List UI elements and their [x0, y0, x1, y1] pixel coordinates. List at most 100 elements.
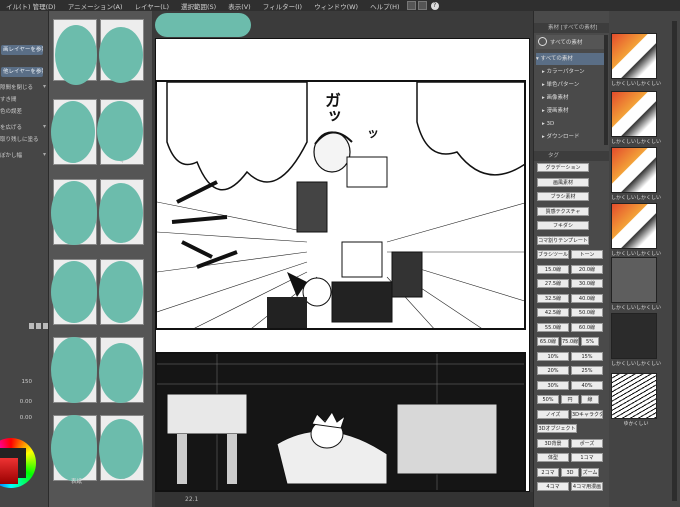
chevron-down-icon[interactable]: ▾	[43, 151, 46, 158]
tree-item-3d[interactable]: ▸ 3D	[536, 118, 612, 130]
chevron-down-icon[interactable]: ▾	[43, 83, 46, 90]
tag-chip[interactable]: 75.0線	[561, 337, 579, 346]
tag-chip[interactable]: 5%	[581, 337, 599, 346]
menu-selection[interactable]: 選択範囲(S)	[175, 1, 222, 11]
tree-item-manga[interactable]: ▸ 漫画素材	[536, 105, 612, 117]
redaction-blob	[99, 261, 143, 323]
tag-chip[interactable]: 画風素材	[537, 177, 589, 187]
tag-chip[interactable]: 2コマ	[537, 467, 559, 477]
menu-window[interactable]: ウィンドウ(W)	[308, 1, 364, 11]
tag-chip[interactable]: 60.0線	[571, 322, 603, 332]
tag-chip[interactable]: ブラシ素材	[537, 192, 589, 201]
scrollbar[interactable]	[604, 35, 608, 145]
tree-item-mono-pattern[interactable]: ▸ 単色パターン	[536, 79, 612, 91]
tag-chip[interactable]: 40.0線	[571, 293, 603, 303]
tag-chip[interactable]: 3D背景	[537, 438, 569, 448]
material-asset-thumbnail[interactable]	[611, 203, 657, 249]
material-search-row: すべての素材	[536, 35, 607, 49]
material-panel-header: 素材 [すべての素材]	[534, 23, 609, 33]
comic-panel-top[interactable]: ガッ ッ	[155, 80, 526, 330]
tag-chip[interactable]: ポーズ	[571, 438, 603, 448]
tree-item-image[interactable]: ▸ 画像素材	[536, 92, 612, 104]
cover-label: 表紙	[71, 479, 83, 485]
tag-chip[interactable]: フキダシ	[537, 221, 589, 230]
tag-chip[interactable]: グラデーション	[537, 163, 589, 172]
tag-chip[interactable]: 質感テクスチャ	[537, 206, 589, 216]
tag-chip[interactable]: 3D	[561, 467, 579, 477]
tree-item-all[interactable]: ▾ すべての素材	[536, 53, 606, 65]
tag-chip[interactable]: 3Dオブジェクト	[537, 424, 577, 433]
tag-chip[interactable]: 線	[581, 395, 599, 404]
menu-filter[interactable]: フィルター(I)	[257, 1, 308, 11]
toolbar-icon[interactable]	[406, 1, 416, 10]
menu-layer[interactable]: レイヤー(L)	[128, 1, 175, 11]
tag-chip[interactable]: 10%	[537, 351, 569, 361]
menu-help[interactable]: ヘルプ(H)	[364, 1, 405, 11]
tag-chip[interactable]: 27.5線	[537, 279, 569, 288]
material-asset-thumbnail[interactable]	[611, 373, 657, 419]
current-color-swatch[interactable]	[0, 458, 18, 484]
toolbar-icon[interactable]	[417, 1, 427, 10]
tag-chip[interactable]: 30.0線	[571, 279, 603, 288]
value-field[interactable]: 0.00	[0, 415, 48, 425]
sfx-text: ガッ	[322, 92, 341, 124]
view-icon[interactable]	[538, 37, 547, 46]
tag-chip[interactable]: 4コマ	[537, 482, 569, 491]
redaction-blob	[97, 101, 143, 161]
tag-chip[interactable]: 55.0線	[537, 322, 569, 332]
lock-icon[interactable]	[29, 323, 34, 329]
tag-chip[interactable]: ブラシツール	[537, 250, 569, 259]
tag-chip[interactable]: 40%	[571, 380, 603, 390]
material-asset-thumbnail[interactable]	[611, 91, 657, 137]
chevron-down-icon[interactable]: ▾	[43, 123, 46, 130]
tag-chip[interactable]: 1コマ	[571, 453, 603, 462]
tag-chip[interactable]: 4コマ用漫画	[571, 482, 603, 491]
redaction-blob	[51, 337, 97, 403]
tag-chip[interactable]: 50.0線	[571, 308, 603, 317]
menu-animation[interactable]: アニメーション(A)	[62, 1, 129, 11]
material-asset-thumbnail[interactable]	[611, 257, 657, 303]
tag-chip[interactable]: 3Dキャラクター	[571, 409, 603, 419]
refer-layer-button[interactable]: 画レイヤーを参照	[1, 45, 43, 55]
tag-chip[interactable]: 円	[561, 395, 579, 404]
material-asset-thumbnail[interactable]	[611, 313, 657, 359]
other-layer-button[interactable]: 他レイヤーを参照	[1, 67, 43, 77]
layer-icon[interactable]	[36, 323, 41, 329]
menu-file[interactable]: イル(ト) 管理(D)	[0, 1, 62, 11]
tree-item-color-pattern[interactable]: ▸ カラーパターン	[536, 66, 612, 78]
tag-chip[interactable]: トーン	[571, 250, 603, 259]
tag-chip[interactable]: 15.0線	[537, 264, 569, 274]
tag-chip[interactable]: 30%	[537, 380, 569, 390]
comic-panel-bottom[interactable]	[155, 352, 526, 492]
tag-chip[interactable]: コマ割りテンプレート	[537, 235, 589, 245]
material-asset-label: ゆかくしい	[623, 421, 649, 427]
material-asset-label: しかくしいしかくしい	[611, 251, 661, 257]
menu-view[interactable]: 表示(V)	[222, 1, 257, 11]
value-field[interactable]: 150	[0, 379, 48, 389]
material-asset-thumbnail[interactable]	[611, 147, 657, 193]
help-icon[interactable]: ?	[430, 1, 439, 10]
redaction-blob	[55, 25, 97, 85]
value-field[interactable]: 0.00	[0, 399, 48, 409]
material-asset-thumbnail[interactable]	[611, 33, 657, 79]
layer-tool-icons	[0, 323, 48, 331]
expand-label: を広げる	[0, 125, 23, 131]
zoom-level[interactable]: 22.1	[185, 496, 198, 503]
redaction-blob	[51, 101, 95, 163]
material-asset-label: しかくしいしかくしい	[611, 305, 661, 311]
tag-chip[interactable]: 15%	[571, 351, 603, 361]
tag-chip[interactable]: 50%	[537, 395, 559, 404]
tag-chip[interactable]: ノイズ	[537, 409, 569, 419]
tag-chip[interactable]: 65.0線	[537, 337, 559, 346]
tag-chip[interactable]: 42.5線	[537, 308, 569, 317]
tag-chip[interactable]: 体型	[537, 453, 569, 462]
scrollbar[interactable]	[672, 21, 677, 501]
tag-chip[interactable]: 25%	[571, 366, 603, 375]
tree-item-download[interactable]: ▸ ダウンロード	[536, 131, 612, 143]
tolerance-label: 色の誤差	[0, 109, 23, 115]
trash-icon[interactable]	[43, 323, 48, 329]
tag-chip[interactable]: 20%	[537, 366, 569, 375]
tag-chip[interactable]: ズーム	[581, 467, 599, 477]
tag-chip[interactable]: 32.5線	[537, 293, 569, 303]
tag-chip[interactable]: 20.0線	[571, 264, 603, 274]
